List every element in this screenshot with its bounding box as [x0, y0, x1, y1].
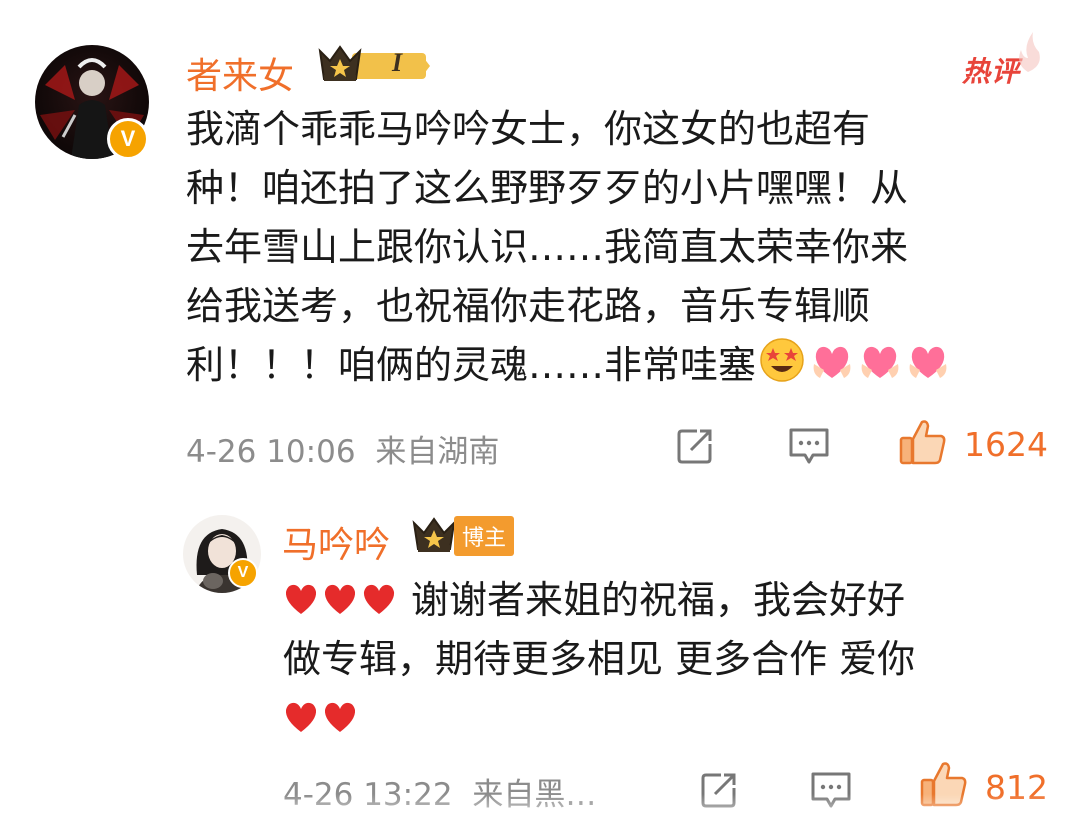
verified-badge-icon: V: [107, 118, 149, 160]
like-count: 1624: [964, 425, 1048, 464]
reply-body: 谢谢者来姐的祝福，我会好好 做专辑，期待更多相见 更多合作 爱你: [283, 571, 1063, 748]
comment-line-5: 利！！！咱俩的灵魂……非常哇塞: [186, 336, 1066, 395]
comment-line-4: 给我送考，也祝福你走花路，音乐专辑顺: [186, 284, 871, 328]
heart-hands-emoji-icon-1: [813, 346, 851, 378]
flame-icon: [1019, 32, 1040, 72]
red-heart-emoji-icon-5: [324, 702, 356, 732]
commenter-username[interactable]: 者来女: [186, 47, 294, 99]
red-heart-emoji-icon-1: [285, 584, 317, 614]
comment-timestamp: 4-26 10:06: [186, 434, 356, 470]
replier-crown-badge: 博主: [410, 515, 515, 557]
comment-line-2: 种！咱还拍了这么野野歹歹的小片嘿嘿！从: [186, 166, 909, 210]
heart-hands-emoji-icon-3: [909, 346, 947, 378]
reply-line-3: [283, 689, 1063, 748]
comment-line-1: 我滴个乖乖马吟吟女士，你这女的也超有: [186, 107, 871, 151]
share-icon: [677, 429, 712, 464]
reply-button[interactable]: [784, 423, 834, 469]
like-button[interactable]: [897, 416, 949, 468]
fan-level-badge[interactable]: I: [316, 43, 432, 87]
red-heart-emoji-icon-2: [324, 584, 356, 614]
comment-icon: [789, 428, 829, 464]
comment-location: 来自湖南: [375, 434, 500, 470]
comment-body: 我滴个乖乖马吟吟女士，你这女的也超有 种！咱还拍了这么野野歹歹的小片嘿嘿！从 去…: [186, 100, 1066, 395]
comment-meta: 4-26 10:06 来自湖南: [186, 426, 499, 471]
hot-comment-tag: 热评: [962, 55, 1021, 88]
comment-line-3: 去年雪山上跟你认识……我简直太荣幸你来: [186, 225, 909, 269]
red-heart-emoji-icon-3: [363, 584, 395, 614]
star-struck-emoji-icon: [760, 338, 804, 382]
replier-username[interactable]: 马吟吟: [282, 516, 390, 568]
reply-line-2: 做专辑，期待更多相见 更多合作 爱你: [283, 637, 916, 681]
reply-line-1: 谢谢者来姐的祝福，我会好好: [283, 571, 1063, 630]
replier-verified-badge-icon: V: [228, 558, 258, 588]
fan-level-label: I: [392, 48, 403, 77]
reply-line-1-text: 谢谢者来姐的祝福，我会好好: [411, 578, 906, 622]
thumbs-up-icon: [899, 420, 946, 465]
blogger-tag: 博主: [454, 516, 515, 556]
comment-line-5-text: 利！！！咱俩的灵魂……非常哇塞: [186, 343, 757, 387]
bottom-fade: [0, 794, 1079, 828]
crown-icon: [318, 45, 430, 81]
red-heart-emoji-icon-4: [285, 702, 317, 732]
heart-hands-emoji-icon-2: [861, 346, 899, 378]
share-button[interactable]: [672, 423, 718, 469]
